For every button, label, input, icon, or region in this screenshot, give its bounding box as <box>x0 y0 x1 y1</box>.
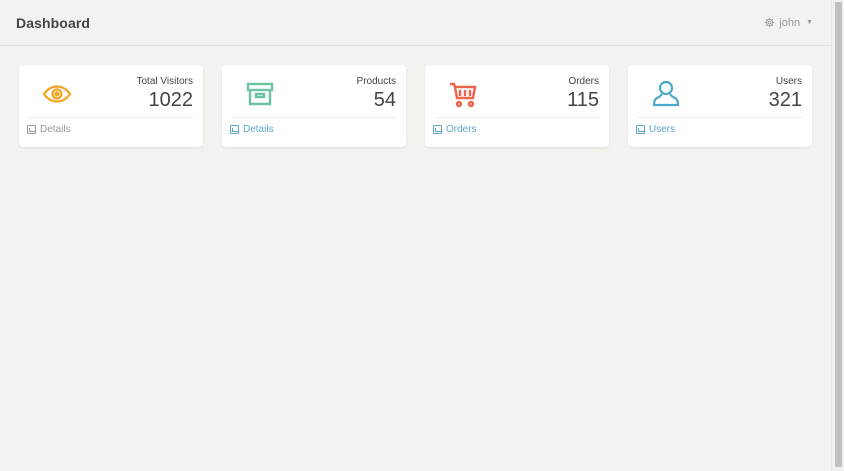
shopping-cart-icon <box>450 82 477 108</box>
scrollbar-thumb[interactable] <box>835 2 842 467</box>
chart-icon <box>433 125 442 134</box>
link-label: Details <box>40 124 71 135</box>
card-value: 54 <box>373 89 396 111</box>
page-title: Dashboard <box>16 14 91 31</box>
gear-icon <box>765 17 775 28</box>
stat-cards: Total Visitors 1022 Details Products 54 … <box>19 65 812 147</box>
users-link[interactable]: Users <box>636 124 675 135</box>
archive-box-icon <box>246 82 274 106</box>
card-label: Users <box>775 76 802 87</box>
vertical-scrollbar[interactable] <box>831 0 844 471</box>
link-label: Users <box>649 124 676 135</box>
link-label: Orders <box>446 124 477 135</box>
divider <box>435 117 599 118</box>
card-products: Products 54 Details <box>222 65 406 147</box>
chart-icon <box>27 125 36 134</box>
details-link[interactable]: Details <box>27 124 71 135</box>
chart-icon <box>230 125 239 134</box>
eye-icon <box>42 85 72 103</box>
details-link[interactable]: Details <box>230 124 274 135</box>
divider <box>232 117 396 118</box>
card-label: Products <box>356 76 396 87</box>
card-total-visitors: Total Visitors 1022 Details <box>19 65 203 147</box>
link-label: Details <box>243 124 274 135</box>
divider <box>638 117 802 118</box>
card-value: 1022 <box>148 89 194 111</box>
card-value: 321 <box>768 89 802 111</box>
card-users: Users 321 Users <box>628 65 812 147</box>
user-menu[interactable]: john ▼ <box>764 17 815 29</box>
card-orders: Orders 115 Orders <box>425 65 609 147</box>
orders-link[interactable]: Orders <box>433 124 477 135</box>
user-name: john <box>779 16 801 29</box>
user-icon <box>652 80 680 107</box>
caret-down-icon: ▼ <box>806 19 813 26</box>
top-bar: Dashboard john ▼ <box>0 0 831 46</box>
card-value: 115 <box>567 89 599 111</box>
divider <box>29 117 193 118</box>
chart-icon <box>636 125 645 134</box>
card-label: Orders <box>568 76 599 87</box>
card-label: Total Visitors <box>136 76 193 87</box>
